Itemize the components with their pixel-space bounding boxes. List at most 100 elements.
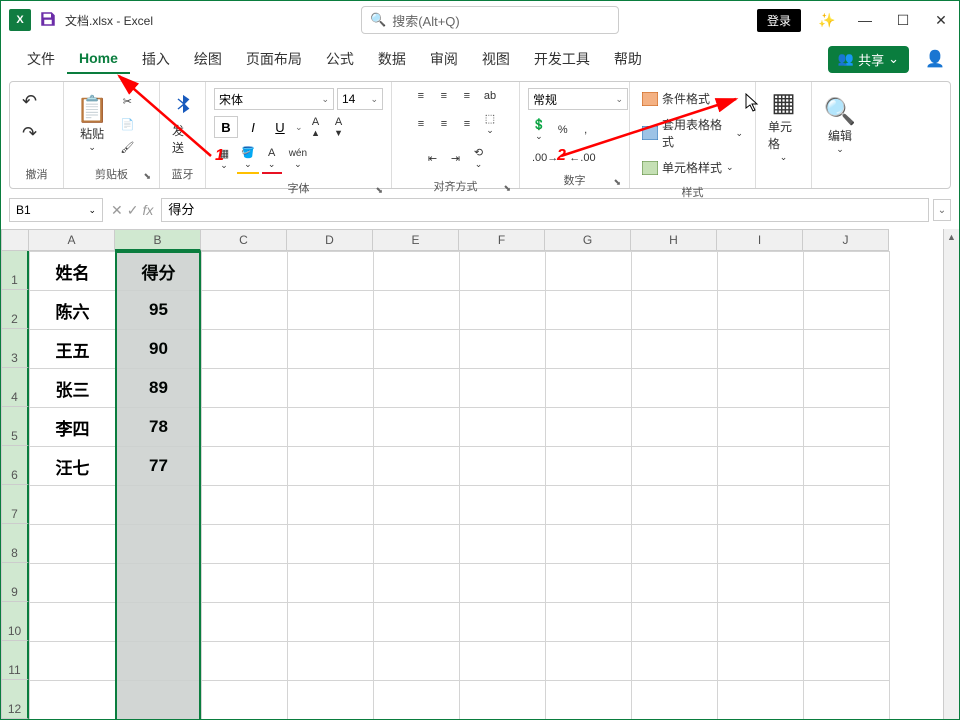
vertical-scrollbar[interactable]: ▲ [943, 229, 959, 719]
maximize-button[interactable]: ☐ [891, 8, 915, 32]
cell-b1[interactable]: 得分 [116, 252, 202, 291]
italic-button[interactable]: I [241, 116, 265, 138]
bold-button[interactable]: B [214, 116, 238, 138]
align-middle-button[interactable]: ≡ [434, 88, 454, 104]
row-header[interactable]: 3 [1, 329, 29, 368]
close-button[interactable]: ✕ [929, 8, 953, 32]
font-color-button[interactable]: A⌄ [262, 145, 282, 174]
cell-a6[interactable]: 汪七 [30, 447, 116, 486]
align-launcher-icon[interactable]: ⬊ [503, 183, 511, 194]
grow-font-button[interactable]: A▲ [306, 114, 326, 140]
conditional-format-button[interactable]: 条件格式⌄ [638, 88, 726, 109]
col-header-h[interactable]: H [631, 229, 717, 251]
col-header-e[interactable]: E [373, 229, 459, 251]
tab-formulas[interactable]: 公式 [314, 43, 366, 75]
editing-button[interactable]: 🔍 编辑 ⌄ [820, 96, 860, 157]
indent-dec-button[interactable]: ⇤ [423, 150, 443, 167]
row-header[interactable]: 10 [1, 602, 29, 641]
cell-a1[interactable]: 姓名 [30, 252, 116, 291]
tab-view[interactable]: 视图 [470, 43, 522, 75]
minimize-button[interactable]: — [853, 8, 877, 32]
number-format-combo[interactable]: 常规⌄ [528, 88, 628, 110]
font-size-combo[interactable]: 14⌄ [337, 88, 383, 110]
orientation-button[interactable]: ⟲⌄ [469, 144, 489, 172]
cell-b4[interactable]: 89 [116, 369, 202, 408]
row-header[interactable]: 1 [1, 251, 29, 290]
col-header-c[interactable]: C [201, 229, 287, 251]
tab-page-layout[interactable]: 页面布局 [234, 43, 314, 75]
comma-button[interactable]: , [576, 122, 596, 138]
spreadsheet-grid[interactable]: A B C D E F G H I J 1 2 3 4 5 6 7 8 9 10… [1, 229, 959, 719]
cell-b3[interactable]: 90 [116, 330, 202, 369]
col-header-a[interactable]: A [29, 229, 115, 251]
cut-button[interactable]: ✂ [116, 93, 138, 110]
expand-formula-bar-icon[interactable]: ⌄ [933, 199, 951, 221]
align-top-button[interactable]: ≡ [411, 88, 431, 104]
cell-b6[interactable]: 77 [116, 447, 202, 486]
coming-soon-icon[interactable]: ✨ [815, 8, 839, 32]
number-launcher-icon[interactable]: ⬊ [613, 177, 621, 188]
row-header[interactable]: 4 [1, 368, 29, 407]
enter-formula-icon[interactable]: ✓ [127, 202, 139, 219]
comments-icon[interactable]: 👤 [925, 49, 945, 69]
align-right-button[interactable]: ≡ [457, 116, 477, 132]
align-left-button[interactable]: ≡ [411, 116, 431, 132]
save-icon[interactable] [39, 10, 59, 30]
row-header[interactable]: 7 [1, 485, 29, 524]
tab-draw[interactable]: 绘图 [182, 43, 234, 75]
cell-a2[interactable]: 陈六 [30, 291, 116, 330]
currency-button[interactable]: 💲⌄ [528, 116, 550, 144]
clipboard-launcher-icon[interactable]: ⬊ [143, 171, 151, 182]
cell-a3[interactable]: 王五 [30, 330, 116, 369]
col-header-i[interactable]: I [717, 229, 803, 251]
row-header[interactable]: 6 [1, 446, 29, 485]
cell-a5[interactable]: 李四 [30, 408, 116, 447]
col-header-g[interactable]: G [545, 229, 631, 251]
undo-button[interactable]: ↶ [18, 90, 41, 112]
login-button[interactable]: 登录 [757, 9, 801, 32]
font-launcher-icon[interactable]: ⬊ [375, 185, 383, 196]
tab-data[interactable]: 数据 [366, 43, 418, 75]
cell-a4[interactable]: 张三 [30, 369, 116, 408]
cell-b5[interactable]: 78 [116, 408, 202, 447]
tab-insert[interactable]: 插入 [130, 43, 182, 75]
fill-color-button[interactable]: 🪣⌄ [237, 144, 259, 174]
name-box[interactable]: B1⌄ [9, 198, 103, 222]
font-name-combo[interactable]: 宋体⌄ [214, 88, 334, 110]
row-header[interactable]: 2 [1, 290, 29, 329]
tab-home[interactable]: Home [67, 44, 130, 74]
select-all-corner[interactable] [1, 229, 29, 251]
col-header-f[interactable]: F [459, 229, 545, 251]
row-header[interactable]: 9 [1, 563, 29, 602]
format-painter-button[interactable]: 🖌 [116, 139, 138, 156]
border-button[interactable]: ▦⌄ [214, 145, 234, 173]
fx-icon[interactable]: fx [142, 202, 153, 218]
merge-button[interactable]: ⬚⌄ [480, 110, 500, 138]
search-box[interactable]: 🔍 搜索(Alt+Q) [361, 6, 619, 34]
col-header-b[interactable]: B [115, 229, 201, 251]
percent-button[interactable]: % [553, 122, 573, 138]
shrink-font-button[interactable]: A▼ [329, 114, 349, 140]
col-header-j[interactable]: J [803, 229, 889, 251]
formula-input[interactable]: 得分 [161, 198, 929, 222]
table-format-button[interactable]: 套用表格格式⌄ [638, 114, 747, 152]
align-bottom-button[interactable]: ≡ [457, 88, 477, 104]
redo-button[interactable]: ↷ [18, 122, 41, 144]
cancel-formula-icon[interactable]: ✕ [111, 202, 123, 219]
share-button[interactable]: 👥 共享 ⌄ [828, 46, 909, 73]
tab-help[interactable]: 帮助 [602, 43, 654, 75]
tab-file[interactable]: 文件 [15, 43, 67, 75]
scroll-up-icon[interactable]: ▲ [944, 229, 959, 245]
wrap-text-button[interactable]: ab [480, 88, 500, 104]
row-header[interactable]: 5 [1, 407, 29, 446]
col-header-d[interactable]: D [287, 229, 373, 251]
cells-format-button[interactable]: ▦ 单元格 ⌄ [764, 87, 803, 165]
cell-b2[interactable]: 95 [116, 291, 202, 330]
dec-decimal-button[interactable]: ←.00 [565, 150, 599, 166]
row-header[interactable]: 12 [1, 680, 29, 719]
phonetic-button[interactable]: wén⌄ [285, 146, 311, 172]
inc-decimal-button[interactable]: .00→ [528, 150, 562, 166]
underline-button[interactable]: U [268, 116, 292, 138]
tab-review[interactable]: 审阅 [418, 43, 470, 75]
indent-inc-button[interactable]: ⇥ [446, 150, 466, 167]
